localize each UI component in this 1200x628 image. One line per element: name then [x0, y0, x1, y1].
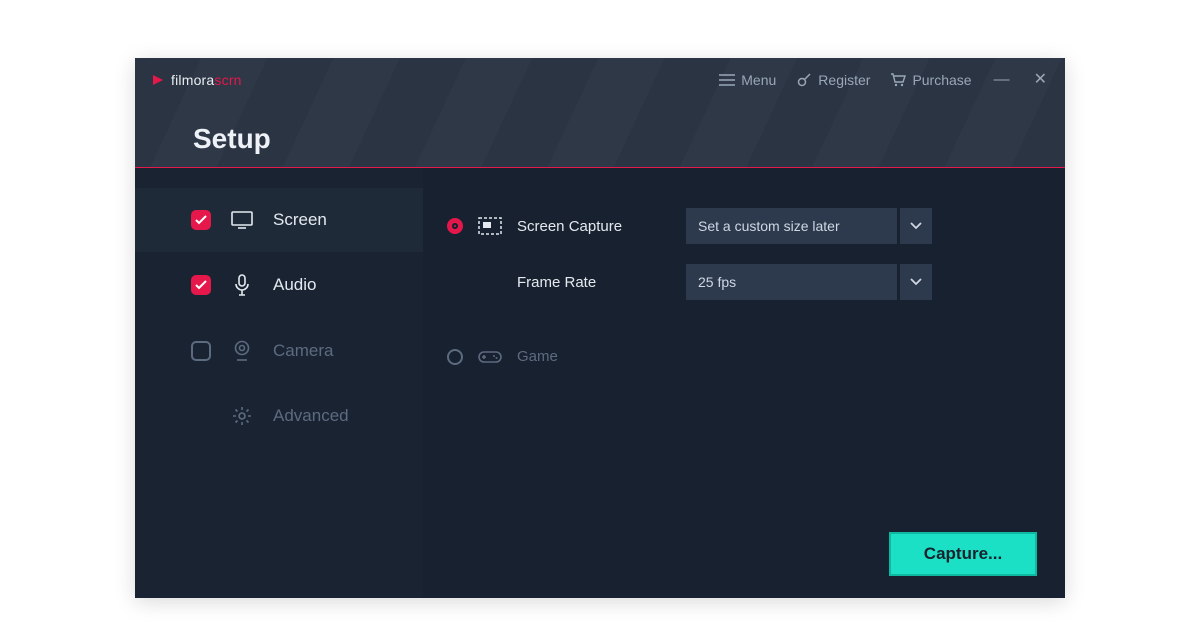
- logo-main: filmora: [171, 72, 214, 88]
- capture-button[interactable]: Capture...: [889, 532, 1037, 576]
- hamburger-icon: [719, 74, 735, 86]
- sidebar-item-camera[interactable]: Camera: [135, 318, 423, 384]
- app-window: filmorascrn Menu Register Purchase: [135, 58, 1065, 598]
- sidebar-label-camera: Camera: [273, 341, 333, 361]
- sidebar-item-advanced[interactable]: Advanced: [135, 384, 423, 448]
- key-icon: [796, 72, 812, 88]
- menu-button[interactable]: Menu: [719, 72, 776, 88]
- body: Screen Audio Camera: [135, 168, 1065, 598]
- radio-screen-capture[interactable]: [447, 218, 463, 234]
- webcam-icon: [231, 340, 253, 362]
- frame-rate-value: 25 fps: [686, 264, 897, 300]
- option-screen-capture: Screen Capture Set a custom size later: [447, 208, 1037, 244]
- screen-size-select[interactable]: Set a custom size later: [686, 208, 932, 244]
- screen-size-dropdown[interactable]: [900, 208, 932, 244]
- logo-sub: scrn: [214, 72, 241, 88]
- frame-rate-select[interactable]: 25 fps: [686, 264, 932, 300]
- purchase-label: Purchase: [912, 72, 971, 88]
- main-panel: Screen Capture Set a custom size later F…: [423, 168, 1065, 598]
- game-label: Game: [517, 348, 672, 365]
- option-game: Game: [447, 348, 1037, 365]
- sidebar-item-screen[interactable]: Screen: [135, 188, 423, 252]
- radio-game[interactable]: [447, 349, 463, 365]
- app-logo: filmorascrn: [151, 72, 242, 88]
- checkbox-audio[interactable]: [191, 275, 211, 295]
- logo-text: filmorascrn: [171, 72, 242, 88]
- sidebar-item-audio[interactable]: Audio: [135, 252, 423, 318]
- titlebar: filmorascrn Menu Register Purchase: [135, 58, 1065, 168]
- cart-icon: [890, 72, 906, 88]
- gamepad-icon: [477, 349, 503, 365]
- sidebar: Screen Audio Camera: [135, 168, 423, 598]
- sidebar-label-advanced: Advanced: [273, 406, 349, 426]
- titlebar-actions: Menu Register Purchase — ✕: [719, 72, 1049, 88]
- checkbox-screen[interactable]: [191, 210, 211, 230]
- menu-label: Menu: [741, 72, 776, 88]
- minimize-button[interactable]: —: [992, 72, 1012, 88]
- screen-capture-icon: [477, 217, 503, 235]
- sidebar-label-screen: Screen: [273, 210, 327, 230]
- frame-rate-dropdown[interactable]: [900, 264, 932, 300]
- register-button[interactable]: Register: [796, 72, 870, 88]
- checkbox-camera[interactable]: [191, 341, 211, 361]
- logo-icon: [151, 73, 165, 87]
- page-title: Setup: [193, 123, 271, 155]
- microphone-icon: [231, 274, 253, 296]
- monitor-icon: [231, 211, 253, 229]
- register-label: Register: [818, 72, 870, 88]
- screen-capture-label: Screen Capture: [517, 218, 672, 235]
- option-frame-rate: Frame Rate 25 fps: [447, 264, 1037, 300]
- frame-rate-label: Frame Rate: [517, 274, 672, 291]
- close-button[interactable]: ✕: [1032, 72, 1049, 88]
- screen-size-value: Set a custom size later: [686, 208, 897, 244]
- sidebar-label-audio: Audio: [273, 275, 316, 295]
- purchase-button[interactable]: Purchase: [890, 72, 971, 88]
- gear-icon: [231, 406, 253, 426]
